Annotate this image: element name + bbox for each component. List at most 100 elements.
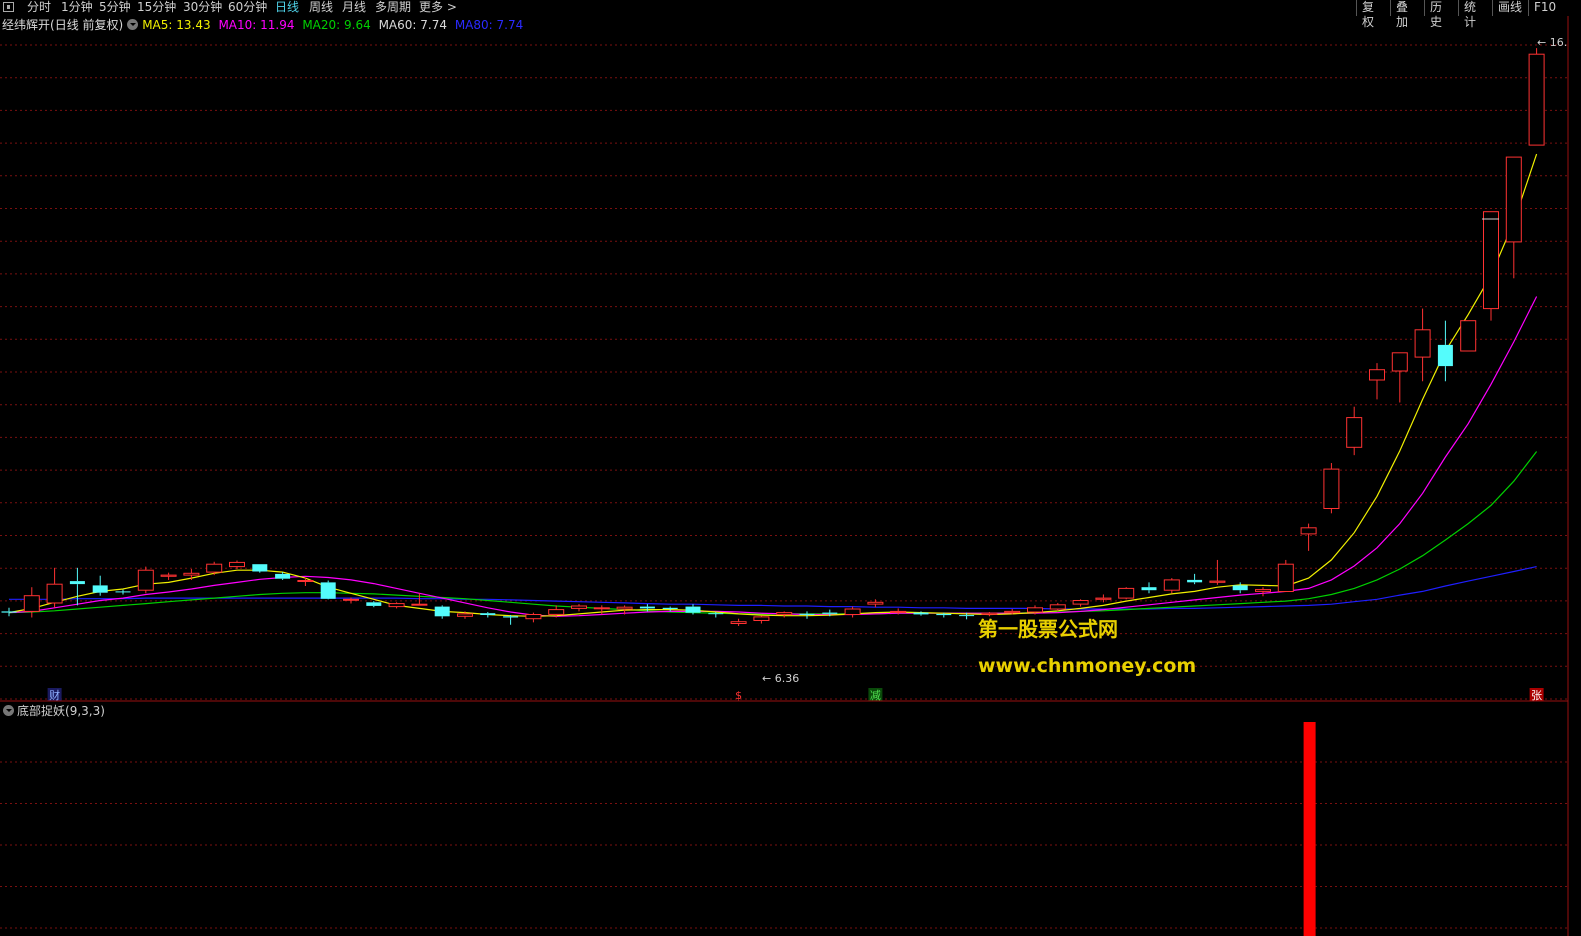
candle-body	[1255, 589, 1271, 592]
candle	[92, 575, 108, 596]
candle-body	[1118, 587, 1135, 599]
period-multi[interactable]: 多周期	[375, 0, 411, 16]
candle-body	[548, 609, 565, 615]
candle	[525, 612, 542, 623]
candle-body	[92, 585, 108, 593]
chart-legend: 经纬辉开(日线 前复权) MA5: 13.43 MA10: 11.94 MA20:…	[2, 17, 527, 33]
candle	[69, 567, 85, 606]
indicator-dropdown-icon[interactable]	[3, 705, 14, 716]
indicator-name: 底部捉妖	[17, 704, 66, 718]
candle-body	[639, 606, 655, 609]
candle-body	[1528, 53, 1545, 146]
legend-dropdown-icon[interactable]	[127, 19, 139, 30]
candle-body	[1391, 352, 1408, 372]
ma5-value: MA5: 13.43	[142, 18, 211, 32]
period-5min[interactable]: 5分钟	[99, 0, 131, 16]
candle	[1255, 587, 1271, 597]
period-monthly[interactable]: 月线	[342, 0, 366, 16]
candle-body	[1163, 579, 1180, 591]
candle-body	[571, 605, 587, 609]
candle	[1414, 308, 1431, 382]
period-1min[interactable]: 1分钟	[61, 0, 93, 16]
candle	[1141, 582, 1157, 594]
candle-body	[1437, 344, 1453, 367]
event-marker: 减	[870, 689, 881, 702]
history-button[interactable]: 历史	[1424, 0, 1458, 29]
period-15min[interactable]: 15分钟	[137, 0, 176, 16]
event-marker: $	[735, 689, 742, 702]
overlay-button[interactable]: 叠加	[1390, 0, 1424, 29]
candle-body	[1, 611, 17, 613]
candle	[571, 604, 587, 612]
candle-body	[69, 581, 85, 585]
watermark-url: www.chnmoney.com	[978, 655, 1197, 677]
candle	[1187, 573, 1203, 585]
chart-mode: (日线 前复权)	[50, 18, 124, 32]
period-30min[interactable]: 30分钟	[183, 0, 222, 16]
candle-body	[685, 606, 701, 613]
candle-body	[708, 613, 724, 615]
ma10-line	[8, 296, 1538, 617]
candle-body	[1505, 156, 1522, 243]
period-daily[interactable]: 日线	[275, 0, 299, 16]
candle-body	[1027, 607, 1043, 613]
kline-chart[interactable]: 财 $ 减 张 ← 16. ← 6.36	[0, 0, 1581, 936]
candle-body	[388, 603, 405, 608]
event-marker: 张	[1531, 689, 1542, 702]
candle-body	[981, 612, 998, 615]
period-weekly[interactable]: 周线	[309, 0, 333, 16]
candle	[1369, 363, 1385, 400]
draw-button[interactable]: 画线	[1492, 0, 1528, 16]
indicator-params: (9,3,3)	[65, 704, 105, 718]
candle-body	[1369, 369, 1385, 381]
indicator-header: 底部捉妖(9,3,3)	[2, 703, 105, 719]
panel-toggle-icon[interactable]	[3, 2, 14, 12]
candle-body	[1095, 597, 1112, 600]
candle-body	[1346, 417, 1363, 448]
candle-body	[753, 616, 770, 622]
candle-body	[366, 602, 382, 606]
candle	[1118, 587, 1135, 600]
period-60min[interactable]: 60分钟	[228, 0, 267, 16]
candle	[503, 615, 519, 625]
candle	[23, 587, 40, 618]
candle-body	[1323, 468, 1340, 510]
candle-body	[23, 595, 40, 612]
ma60-value: MA60: 7.74	[378, 18, 447, 32]
candle	[1300, 523, 1317, 551]
stats-button[interactable]: 统计	[1458, 0, 1492, 29]
f10-button[interactable]: F10	[1528, 0, 1568, 16]
candle	[480, 612, 496, 618]
candle-body	[844, 608, 861, 615]
candle	[1163, 578, 1180, 594]
candle	[1209, 559, 1226, 585]
candle-body	[1300, 527, 1317, 535]
period-more[interactable]: 更多 >	[419, 0, 457, 16]
ma5-line	[8, 153, 1538, 617]
candle-body	[503, 616, 519, 618]
candle	[320, 580, 336, 600]
candle-body	[252, 564, 268, 572]
fuquan-button[interactable]: 复权	[1356, 0, 1390, 29]
stock-name: 经纬辉开	[2, 18, 51, 32]
event-marker: 财	[49, 688, 60, 702]
candle	[366, 601, 382, 608]
candle	[593, 605, 610, 615]
candle-body	[206, 563, 223, 573]
candle	[1460, 320, 1477, 352]
candle-body	[229, 561, 245, 568]
candle-body	[434, 606, 450, 617]
candle-body	[936, 613, 952, 616]
ma60-line	[9, 566, 1537, 610]
indicator-bars	[1303, 722, 1316, 936]
period-fenshi[interactable]: 分时	[27, 0, 51, 16]
candle	[388, 602, 405, 609]
candle-body	[457, 613, 473, 617]
candle	[434, 605, 450, 619]
candle-body	[730, 621, 747, 625]
candle	[776, 611, 793, 618]
candle-body	[411, 603, 428, 606]
candle-body	[616, 606, 633, 610]
candle	[1528, 48, 1545, 146]
candle-body	[1483, 211, 1499, 310]
